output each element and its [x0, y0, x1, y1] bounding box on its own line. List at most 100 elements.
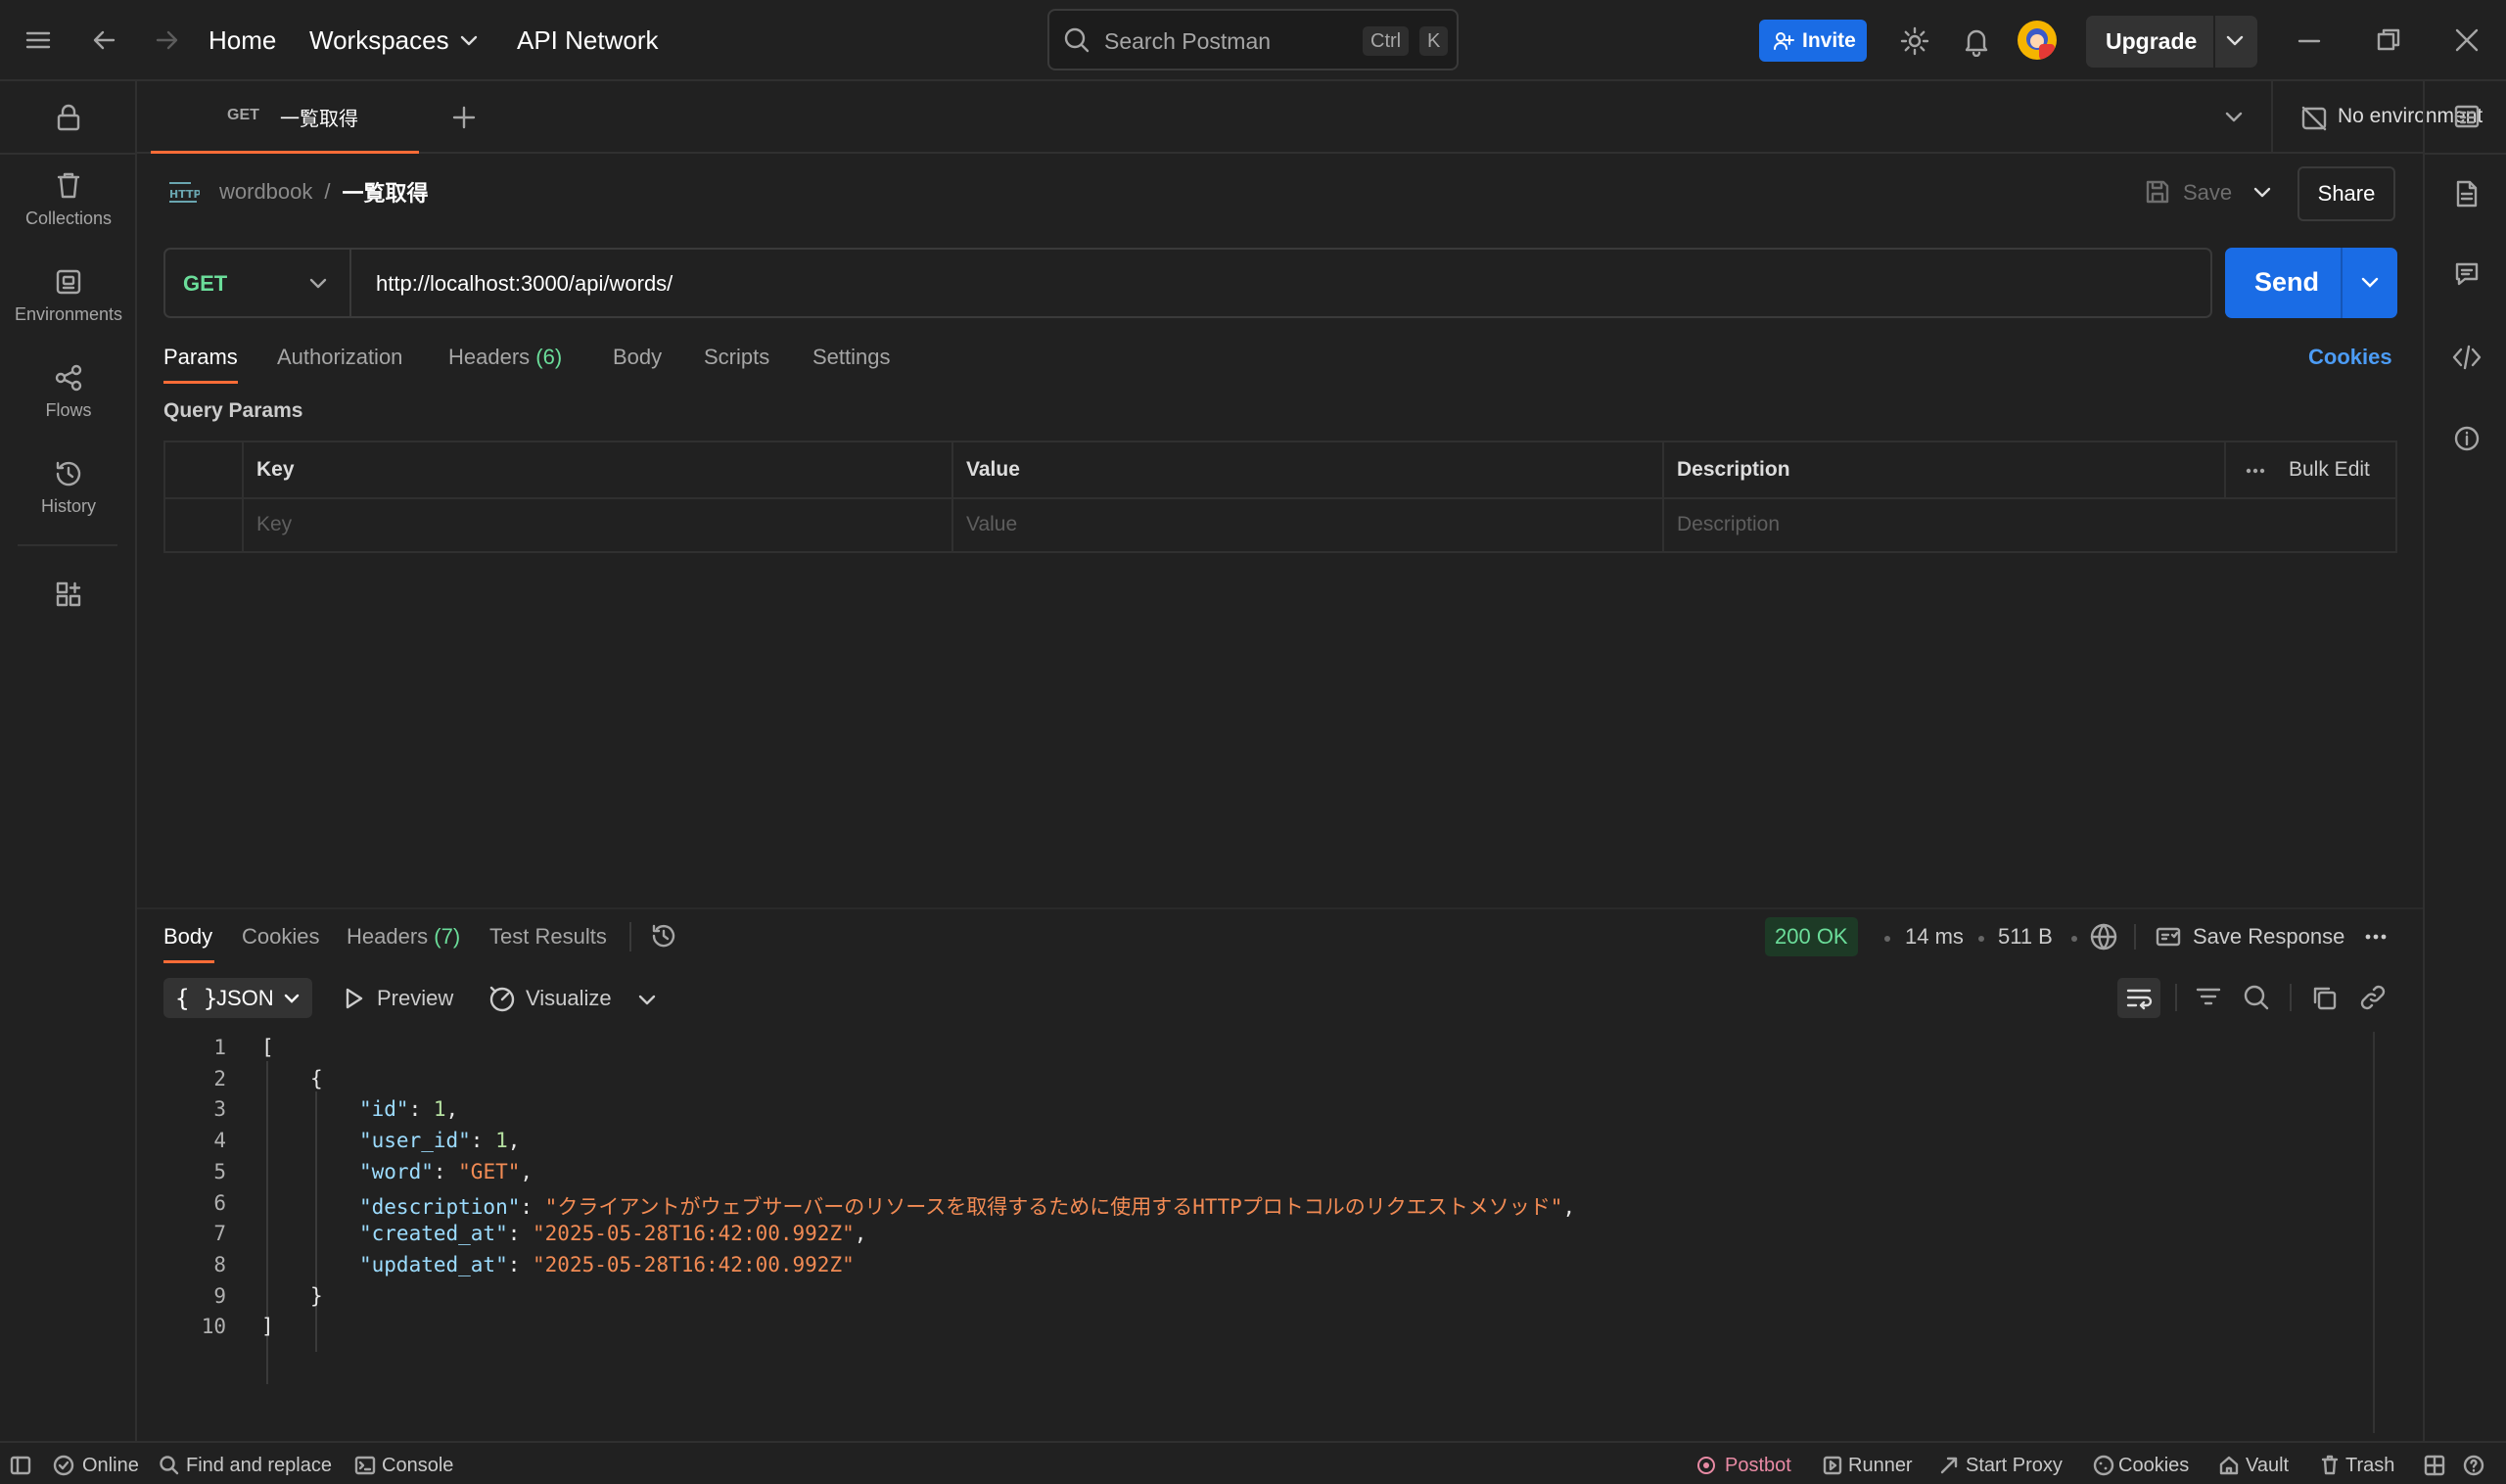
comments-icon[interactable]: [2453, 260, 2481, 288]
visualize-button[interactable]: Visualize: [526, 986, 612, 1011]
response-size[interactable]: 511 B: [1998, 924, 2053, 950]
forward-arrow-icon[interactable]: [154, 27, 179, 53]
avatar[interactable]: [2018, 21, 2057, 60]
divider: [2290, 984, 2292, 1011]
save-button[interactable]: Save: [2183, 180, 2232, 206]
line-number: 10: [201, 1315, 226, 1339]
restore-icon[interactable]: [2376, 27, 2401, 53]
online-status[interactable]: Online: [82, 1455, 139, 1477]
format-selector[interactable]: { } JSON: [163, 978, 312, 1018]
workspaces-menu[interactable]: Workspaces: [309, 0, 479, 81]
search-icon[interactable]: [2243, 984, 2270, 1011]
scrollbar[interactable]: [2373, 1032, 2375, 1433]
code-icon[interactable]: [2451, 344, 2483, 371]
value-input[interactable]: Value: [966, 513, 1017, 536]
vault-button[interactable]: Vault: [2246, 1455, 2289, 1477]
home-link[interactable]: Home: [209, 0, 276, 81]
lock-icon[interactable]: [55, 103, 82, 132]
description-input[interactable]: Description: [1677, 513, 1780, 536]
globe-icon[interactable]: [2089, 922, 2118, 951]
cookies-button[interactable]: Cookies: [2118, 1455, 2189, 1477]
method-label: GET: [183, 271, 228, 296]
link-icon[interactable]: [2359, 984, 2387, 1011]
start-proxy-button[interactable]: Start Proxy: [1966, 1455, 2063, 1477]
tab-authorization[interactable]: Authorization: [277, 345, 402, 370]
environment-quick-look-icon[interactable]: [2453, 103, 2481, 130]
response-history-icon[interactable]: [650, 922, 677, 950]
add-workbench-icon[interactable]: [55, 580, 82, 608]
line-number: 6: [213, 1190, 226, 1215]
save-icon[interactable]: [2144, 178, 2171, 206]
tab-settings[interactable]: Settings: [812, 345, 891, 370]
response-time[interactable]: 14 ms: [1905, 924, 1964, 950]
more-options-icon[interactable]: [2365, 934, 2387, 940]
upgrade-button[interactable]: Upgrade: [2086, 16, 2257, 68]
workspaces-label: Workspaces: [309, 25, 449, 55]
help-icon[interactable]: [2463, 1455, 2484, 1476]
tab-scripts[interactable]: Scripts: [704, 345, 769, 370]
sidebar-item-environments[interactable]: Environments: [0, 267, 137, 325]
gear-icon[interactable]: [1899, 25, 1930, 57]
documentation-icon[interactable]: [2453, 179, 2481, 209]
divider: [2175, 984, 2177, 1011]
url-bar: GET http://localhost:3000/api/words/: [163, 248, 2212, 318]
share-button[interactable]: Share: [2297, 166, 2395, 221]
sidebar-item-flows[interactable]: Flows: [0, 363, 137, 421]
menu-icon[interactable]: [25, 30, 51, 50]
json-colon: :: [507, 1252, 534, 1276]
divider: [0, 153, 135, 155]
send-options-chevron-icon[interactable]: [2360, 276, 2380, 290]
response-tab-cookies[interactable]: Cookies: [242, 924, 319, 950]
response-tab-headers[interactable]: Headers (7): [347, 924, 460, 950]
minimize-icon[interactable]: [2297, 29, 2321, 53]
method-selector[interactable]: GET: [165, 250, 351, 316]
send-button[interactable]: Send: [2225, 248, 2397, 318]
tab-body[interactable]: Body: [613, 345, 662, 370]
preview-button[interactable]: Preview: [377, 986, 453, 1011]
trash-button[interactable]: Trash: [2345, 1455, 2394, 1477]
filter-icon[interactable]: [2195, 985, 2222, 1010]
cookies-link[interactable]: Cookies: [2308, 345, 2392, 370]
wrap-lines-button[interactable]: [2117, 978, 2160, 1018]
search-input[interactable]: Search Postman Ctrl K: [1047, 9, 1459, 70]
tab-headers[interactable]: Headers (6): [448, 345, 562, 370]
breadcrumb-collection[interactable]: wordbook: [219, 179, 312, 205]
new-tab-plus-icon[interactable]: [452, 106, 476, 129]
response-body-viewer[interactable]: 1 [2 {3 "id": 1, 4 "user_id": 1, 5 "word": "GET…: [163, 1032, 2372, 1435]
line-number: 4: [213, 1129, 226, 1153]
save-response-button[interactable]: Save Response: [2193, 924, 2344, 950]
invite-button[interactable]: Invite: [1759, 20, 1867, 62]
find-and-replace-button[interactable]: Find and replace: [186, 1455, 332, 1477]
postbot-button[interactable]: Postbot: [1725, 1455, 1791, 1477]
tab-params[interactable]: Params: [163, 345, 238, 370]
history-icon: [0, 459, 137, 488]
tabs-overflow-chevron-icon[interactable]: [2224, 111, 2244, 124]
response-pane-divider[interactable]: [137, 907, 2423, 909]
more-options-icon[interactable]: [2246, 468, 2265, 474]
tab-request[interactable]: GET 一覧取得: [151, 81, 419, 154]
back-arrow-icon[interactable]: [92, 27, 117, 53]
layout-icon[interactable]: [2424, 1455, 2445, 1476]
info-icon[interactable]: [2453, 425, 2481, 452]
close-icon[interactable]: [2454, 27, 2480, 53]
status-badge[interactable]: 200 OK: [1765, 917, 1858, 956]
console-button[interactable]: Console: [382, 1455, 453, 1477]
key-input[interactable]: Key: [256, 513, 292, 536]
toggle-sidebar-icon[interactable]: [10, 1456, 31, 1475]
visualize-options-chevron-icon[interactable]: [637, 994, 657, 1007]
code-line: {: [310, 1066, 323, 1090]
response-tab-body[interactable]: Body: [163, 924, 212, 950]
bell-icon[interactable]: [1962, 25, 1991, 57]
breadcrumb-request-name[interactable]: 一覧取得: [343, 176, 429, 208]
json-colon: :: [433, 1159, 459, 1183]
chevron-down-icon[interactable]: [2225, 34, 2245, 48]
runner-button[interactable]: Runner: [1848, 1455, 1913, 1477]
save-options-chevron-icon[interactable]: [2252, 186, 2272, 200]
sidebar-item-collections[interactable]: Collections: [0, 171, 137, 229]
bulk-edit-button[interactable]: Bulk Edit: [2289, 458, 2370, 482]
copy-icon[interactable]: [2310, 984, 2338, 1011]
url-input[interactable]: http://localhost:3000/api/words/: [376, 271, 673, 297]
response-tab-test-results[interactable]: Test Results: [489, 924, 607, 950]
sidebar-item-history[interactable]: History: [0, 459, 137, 517]
api-network-link[interactable]: API Network: [517, 0, 659, 81]
